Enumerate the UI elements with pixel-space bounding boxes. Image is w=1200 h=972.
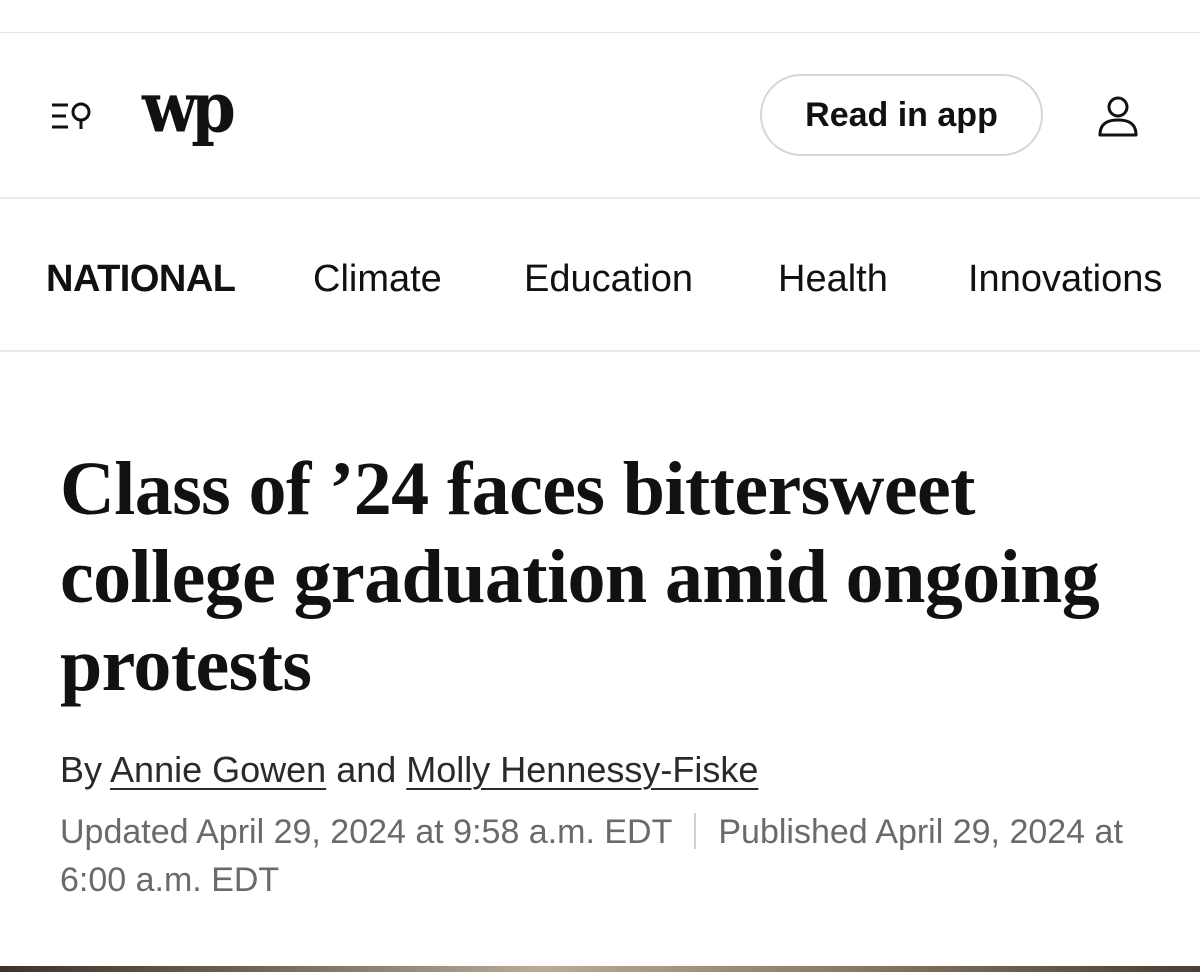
menu-search-icon — [52, 102, 91, 129]
washington-post-logo[interactable]: wp — [142, 67, 236, 153]
updated-timestamp: Updated April 29, 2024 at 9:58 a.m. EDT — [60, 813, 673, 851]
author-link-molly-hennessy-fiske[interactable]: Molly Hennessy-Fiske — [406, 749, 758, 790]
user-icon — [1098, 96, 1138, 137]
article-page: wp Read in app NATIONAL Climate Educatio… — [0, 0, 1200, 972]
nav-item-health[interactable]: Health — [778, 257, 888, 301]
site-header: wp Read in app — [0, 33, 1200, 199]
byline-conjunction: and — [336, 749, 397, 790]
byline: By Annie Gowen and Molly Hennessy-Fiske — [60, 748, 1160, 792]
account-button[interactable] — [1094, 93, 1142, 141]
nav-item-innovations[interactable]: Innovations — [968, 257, 1162, 301]
nav-item-climate[interactable]: Climate — [313, 257, 442, 301]
timestamp-divider — [694, 813, 697, 849]
byline-prefix: By — [60, 749, 103, 790]
menu-search-button[interactable] — [44, 95, 100, 139]
section-nav: NATIONAL Climate Education Health Innova… — [0, 199, 1200, 352]
section-title: NATIONAL — [46, 258, 236, 300]
nav-item-education[interactable]: Education — [524, 257, 693, 301]
author-link-annie-gowen[interactable]: Annie Gowen — [110, 749, 326, 790]
article-timestamps: Updated April 29, 2024 at 9:58 a.m. EDT P… — [60, 808, 1140, 904]
article-headline: Class of ’24 faces bittersweet college g… — [60, 447, 1100, 707]
logo-wordmark: wp — [142, 67, 236, 149]
read-in-app-button[interactable]: Read in app — [760, 74, 1043, 156]
lead-image-edge — [0, 966, 1200, 972]
